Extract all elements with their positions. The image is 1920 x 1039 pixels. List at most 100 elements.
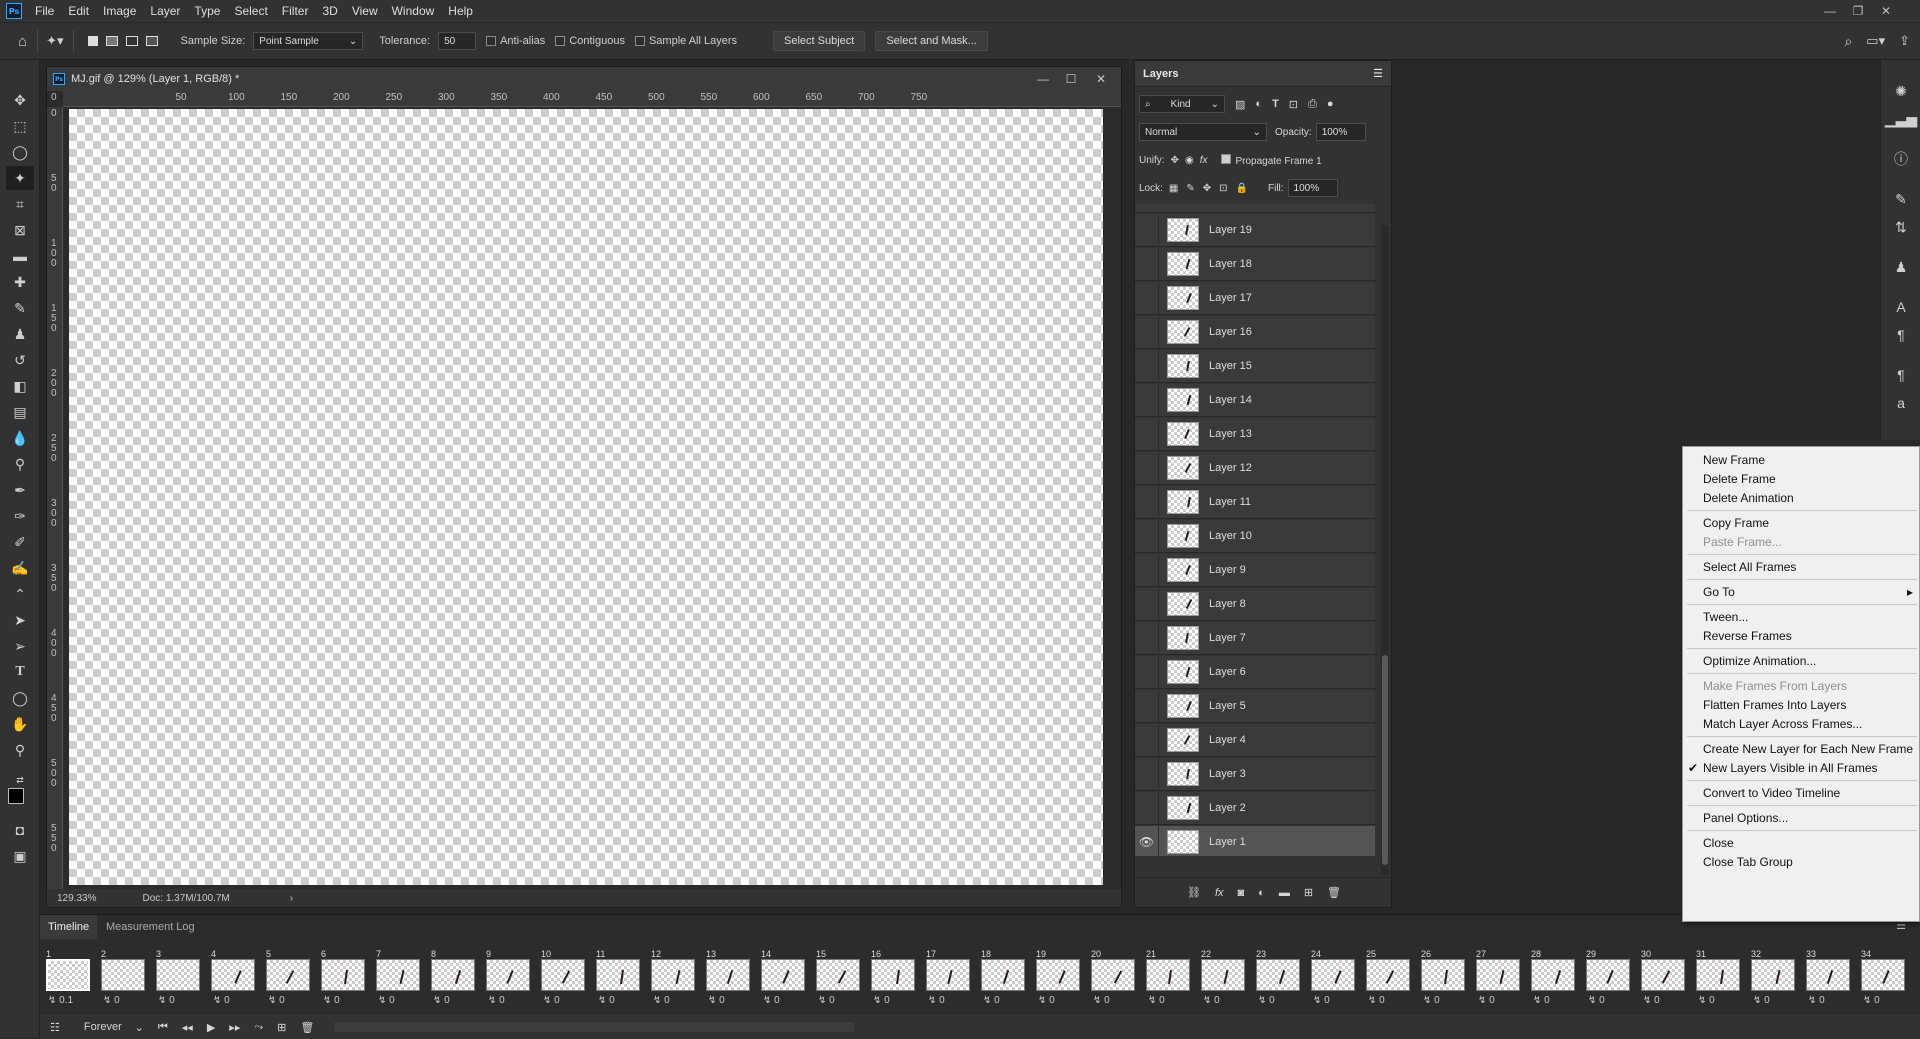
disposal-icon[interactable]: ↯ bbox=[708, 995, 719, 1006]
frame-delay[interactable]: ↯ 0 bbox=[1863, 995, 1880, 1006]
frame-delay[interactable]: ↯ 0 bbox=[928, 995, 945, 1006]
delete-layer-icon[interactable]: 🗑 bbox=[1327, 886, 1341, 899]
layer-row[interactable]: Layer 3 bbox=[1135, 757, 1375, 791]
frame-delay[interactable]: ↯ 0 bbox=[1038, 995, 1055, 1006]
disposal-icon[interactable]: ↯ bbox=[873, 995, 884, 1006]
clone-stamp-icon[interactable]: ♟ bbox=[6, 322, 34, 346]
menu-item-panel-options[interactable]: Panel Options... bbox=[1683, 809, 1920, 828]
disposal-icon[interactable]: ↯ bbox=[433, 995, 444, 1006]
layer-row[interactable]: Layer 14 bbox=[1135, 383, 1375, 417]
type-filter-icon[interactable]: T bbox=[1272, 98, 1279, 110]
disposal-icon[interactable]: ↯ bbox=[213, 995, 224, 1006]
magic-wand-tool-icon[interactable]: ✦ bbox=[6, 166, 34, 190]
visibility-toggle[interactable] bbox=[1135, 417, 1159, 451]
healing-brush-icon[interactable]: ✚ bbox=[6, 270, 34, 294]
disposal-icon[interactable]: ↯ bbox=[1203, 995, 1214, 1006]
animation-frame[interactable]: 32 ↯ 0 bbox=[1749, 949, 1799, 1009]
animation-frame[interactable]: 4 ↯ 0 bbox=[209, 949, 259, 1009]
crop-tool-icon[interactable]: ⌗ bbox=[6, 192, 34, 216]
glyphs-panel-icon[interactable]: a bbox=[1889, 392, 1913, 414]
animation-frame[interactable]: 26 ↯ 0 bbox=[1419, 949, 1469, 1009]
disposal-icon[interactable]: ↯ bbox=[1588, 995, 1599, 1006]
animation-frame[interactable]: 16 ↯ 0 bbox=[869, 949, 919, 1009]
layer-row[interactable]: Layer 4 bbox=[1135, 723, 1375, 757]
menu-item-new-layers-visible-in-all-frames[interactable]: New Layers Visible in All Frames ✔ bbox=[1683, 759, 1920, 778]
menu-edit[interactable]: Edit bbox=[61, 0, 96, 22]
add-mask-icon[interactable]: ◙ bbox=[1238, 887, 1245, 899]
animation-frame[interactable]: 2 ↯ 0 bbox=[99, 949, 149, 1009]
new-layer-icon[interactable]: ⊞ bbox=[1304, 886, 1313, 899]
frame-delay[interactable]: ↯ 0 bbox=[598, 995, 615, 1006]
brush-tool-icon[interactable]: ✎ bbox=[6, 296, 34, 320]
lock-artboard-icon[interactable]: ⊡ bbox=[1219, 183, 1227, 194]
animation-frame[interactable]: 20 ↯ 0 bbox=[1089, 949, 1139, 1009]
disposal-icon[interactable]: ↯ bbox=[488, 995, 499, 1006]
type-tool-icon[interactable]: T bbox=[6, 660, 34, 684]
disposal-icon[interactable]: ↯ bbox=[763, 995, 774, 1006]
select-and-mask-button[interactable]: Select and Mask... bbox=[875, 31, 988, 51]
animation-frame[interactable]: 23 ↯ 0 bbox=[1254, 949, 1304, 1009]
path-selection-icon[interactable]: ➤ bbox=[6, 608, 34, 632]
ellipse-tool-icon[interactable]: ◯ bbox=[6, 686, 34, 710]
new-group-icon[interactable]: ▬ bbox=[1279, 887, 1290, 899]
smart-object-filter-icon[interactable]: ⎙ bbox=[1308, 98, 1317, 111]
animation-frame[interactable]: 1 ↯ 0.1 bbox=[44, 949, 94, 1009]
visibility-toggle[interactable] bbox=[1135, 315, 1159, 349]
curvature-pen-icon[interactable]: ✐ bbox=[6, 530, 34, 554]
visibility-toggle[interactable] bbox=[1135, 587, 1159, 621]
menu-help[interactable]: Help bbox=[441, 0, 480, 22]
layer-row[interactable]: Layer 8 bbox=[1135, 587, 1375, 621]
next-frame-icon[interactable]: ▸▸ bbox=[229, 1021, 240, 1034]
frame-delay[interactable]: ↯ 0 bbox=[1258, 995, 1275, 1006]
lock-transparent-icon[interactable]: ▦ bbox=[1169, 183, 1178, 194]
disposal-icon[interactable]: ↯ bbox=[1808, 995, 1819, 1006]
animation-frame[interactable]: 15 ↯ 0 bbox=[814, 949, 864, 1009]
play-icon[interactable]: ▶ bbox=[207, 1021, 215, 1034]
visibility-toggle[interactable] bbox=[1135, 757, 1159, 791]
magic-wand-preset-icon[interactable]: ✦▾ bbox=[46, 33, 63, 49]
layer-row[interactable]: Layer 6 bbox=[1135, 655, 1375, 689]
close-document-button[interactable]: ✕ bbox=[1087, 67, 1115, 91]
frame-delay[interactable]: ↯ 0 bbox=[1588, 995, 1605, 1006]
unify-style-icon[interactable]: fx bbox=[1200, 155, 1208, 166]
disposal-icon[interactable]: ↯ bbox=[598, 995, 609, 1006]
hand-tool-icon[interactable]: ✋ bbox=[6, 712, 34, 736]
scrollbar-thumb[interactable] bbox=[1382, 655, 1388, 865]
layer-row[interactable]: Layer 2 bbox=[1135, 791, 1375, 825]
workspace-icon[interactable]: ▭▾ bbox=[1866, 33, 1885, 49]
menu-item-convert-to-video-timeline[interactable]: Convert to Video Timeline bbox=[1683, 784, 1920, 803]
disposal-icon[interactable]: ↯ bbox=[378, 995, 389, 1006]
frame-delay[interactable]: ↯ 0 bbox=[1643, 995, 1660, 1006]
timeline-scrollbar[interactable] bbox=[334, 1022, 855, 1032]
animation-frame[interactable]: 33 ↯ 0 bbox=[1804, 949, 1854, 1009]
visibility-toggle[interactable] bbox=[1135, 655, 1159, 689]
direct-selection-icon[interactable]: ➢ bbox=[6, 634, 34, 658]
animation-frame[interactable]: 14 ↯ 0 bbox=[759, 949, 809, 1009]
visibility-toggle[interactable] bbox=[1135, 213, 1159, 247]
disposal-icon[interactable]: ↯ bbox=[323, 995, 334, 1006]
tween-icon[interactable]: ⤳ bbox=[254, 1021, 263, 1034]
animation-frame[interactable]: 10 ↯ 0 bbox=[539, 949, 589, 1009]
home-icon[interactable]: ⌂ bbox=[18, 33, 27, 50]
menu-image[interactable]: Image bbox=[96, 0, 143, 22]
visibility-toggle[interactable] bbox=[1135, 723, 1159, 757]
first-frame-icon[interactable]: ⏮ bbox=[158, 1021, 168, 1034]
layer-row[interactable]: Layer 17 bbox=[1135, 281, 1375, 315]
visibility-toggle[interactable] bbox=[1135, 247, 1159, 281]
frame-delay[interactable]: ↯ 0 bbox=[323, 995, 340, 1006]
convert-timeline-icon[interactable]: ☷ bbox=[50, 1021, 60, 1034]
new-adjustment-icon[interactable]: ◐ bbox=[1258, 887, 1265, 899]
animation-frame[interactable]: 12 ↯ 0 bbox=[649, 949, 699, 1009]
freeform-pen-icon[interactable]: ✑ bbox=[6, 504, 34, 528]
pixel-filter-icon[interactable]: ▨ bbox=[1235, 98, 1245, 111]
disposal-icon[interactable]: ↯ bbox=[103, 995, 114, 1006]
animation-frame[interactable]: 3 ↯ 0 bbox=[154, 949, 204, 1009]
layer-row[interactable]: Layer 10 bbox=[1135, 519, 1375, 553]
lasso-tool-icon[interactable]: ◯ bbox=[6, 140, 34, 164]
disposal-icon[interactable]: ↯ bbox=[1258, 995, 1269, 1006]
disposal-icon[interactable]: ↯ bbox=[1478, 995, 1489, 1006]
layer-row[interactable]: Layer 19 bbox=[1135, 213, 1375, 247]
disposal-icon[interactable]: ↯ bbox=[1038, 995, 1049, 1006]
disposal-icon[interactable]: ↯ bbox=[928, 995, 939, 1006]
frame-delay[interactable]: ↯ 0 bbox=[1753, 995, 1770, 1006]
